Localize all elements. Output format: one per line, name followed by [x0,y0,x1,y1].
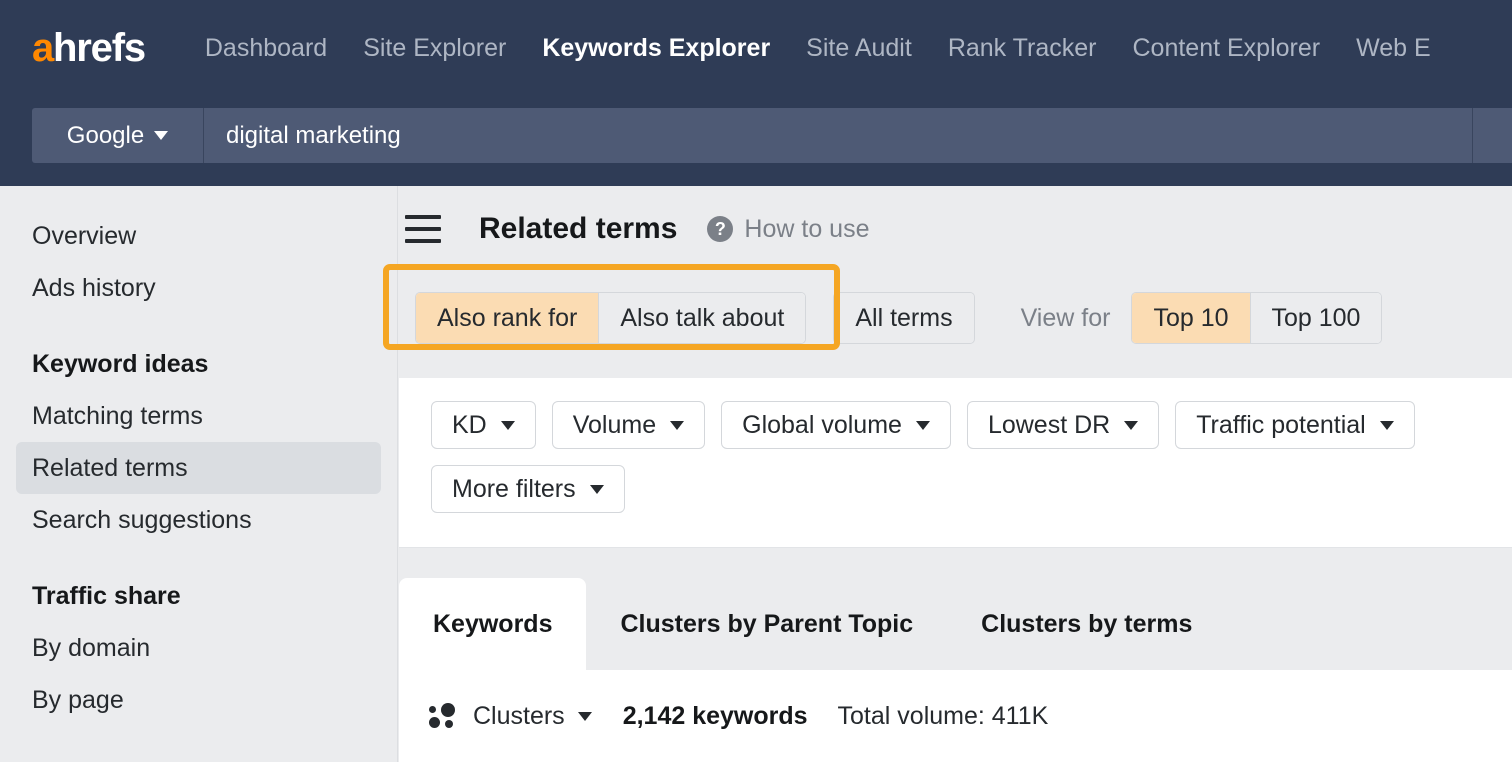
filter-kd-label: KD [452,411,487,440]
search-engine-select[interactable]: Google [32,108,204,163]
filter-lowest-dr-button[interactable]: Lowest DR [967,401,1159,449]
chevron-down-icon [154,131,168,140]
nav-item-web-explorer[interactable]: Web E [1338,36,1449,61]
keyword-input[interactable] [204,108,1472,163]
chevron-down-icon [501,421,515,430]
tab-top-10[interactable]: Top 10 [1132,293,1250,343]
view-for-toggle-group: Top 10 Top 100 [1131,292,1382,344]
filters-row-secondary: More filters [399,449,1512,513]
view-toggles-row: Also rank for Also talk about All terms … [399,272,1512,364]
tab-clusters-by-terms[interactable]: Clusters by terms [947,578,1226,670]
sidebar-top-spacer [0,186,397,210]
filter-kd-button[interactable]: KD [431,401,536,449]
results-meta-row: Clusters 2,142 keywords Total volume: 41… [399,670,1512,762]
nav-item-site-audit[interactable]: Site Audit [788,36,930,61]
logo-a-mark: a [32,28,53,68]
sidebar-item-overview[interactable]: Overview [32,210,365,262]
tab-clusters-by-parent-topic[interactable]: Clusters by Parent Topic [586,578,947,670]
sidebar-spacer-1 [0,314,397,338]
sidebar-item-ads-history[interactable]: Ads history [32,262,365,314]
sidebar: Overview Ads history Keyword ideas Match… [0,186,398,762]
nav-item-dashboard[interactable]: Dashboard [187,36,345,61]
sidebar-item-by-page[interactable]: By page [32,674,365,726]
keyword-search-bar: Google [32,108,1512,163]
filter-traffic-potential-label: Traffic potential [1196,411,1366,440]
filter-lowest-dr-label: Lowest DR [988,411,1110,440]
ahrefs-logo[interactable]: ahrefs [32,28,145,68]
keyword-count: 2,142 keywords [623,702,808,731]
chevron-down-icon [578,712,592,721]
all-terms-toggle-group: All terms [833,292,974,344]
how-to-use-link[interactable]: ? How to use [707,215,869,244]
search-engine-label: Google [67,122,144,150]
more-filters-label: More filters [452,475,576,504]
logo-wordmark: hrefs [53,28,145,68]
cluster-dot [429,717,440,728]
sidebar-spacer-2 [0,546,397,570]
total-volume: Total volume: 411K [838,702,1049,731]
sidebar-item-matching-terms[interactable]: Matching terms [32,390,365,442]
cluster-dot [445,720,453,728]
filter-volume-label: Volume [573,411,656,440]
nav-item-site-explorer[interactable]: Site Explorer [345,36,524,61]
results-tabs: Keywords Clusters by Parent Topic Cluste… [399,578,1512,670]
search-bar-row: Google [0,96,1512,186]
sidebar-item-by-domain[interactable]: By domain [32,622,365,674]
sidebar-item-related-terms[interactable]: Related terms [16,442,381,494]
tab-keywords[interactable]: Keywords [399,578,586,670]
tab-also-rank-for[interactable]: Also rank for [416,293,599,343]
filters-panel: KD Volume Global volume Lowest DR Traffi… [399,378,1512,548]
clusters-dots-icon [429,703,455,729]
chevron-down-icon [670,421,684,430]
clusters-dropdown[interactable]: Clusters [473,702,592,731]
top-navigation-bar: ahrefs Dashboard Site Explorer Keywords … [0,0,1512,96]
country-selector[interactable] [1472,108,1512,163]
main-content: Related terms ? How to use Also rank for… [399,186,1512,762]
hamburger-line [405,227,441,231]
hamburger-line [405,239,441,243]
chevron-down-icon [916,421,930,430]
question-mark-icon: ? [707,216,733,242]
tab-all-terms[interactable]: All terms [834,293,973,343]
page-title: Related terms [479,212,677,246]
filter-traffic-potential-button[interactable]: Traffic potential [1175,401,1415,449]
how-to-use-label: How to use [744,215,869,244]
results-toolbar: Clusters 2,142 keywords Total volume: 41… [399,670,1512,762]
nav-item-keywords-explorer[interactable]: Keywords Explorer [524,36,788,61]
term-mode-toggle-group: Also rank for Also talk about [415,292,806,344]
hamburger-line [405,215,441,219]
more-filters-button[interactable]: More filters [431,465,625,513]
cluster-dot [429,706,436,713]
page-header: Related terms ? How to use [399,186,1512,272]
cluster-dot [441,703,455,717]
sidebar-heading-traffic-share: Traffic share [32,570,365,622]
sidebar-item-search-suggestions[interactable]: Search suggestions [32,494,365,546]
view-for-label: View for [1021,304,1111,333]
chevron-down-icon [590,485,604,494]
chevron-down-icon [1380,421,1394,430]
chevron-down-icon [1124,421,1138,430]
results-tabs-panel: Keywords Clusters by Parent Topic Cluste… [399,578,1512,762]
tab-also-talk-about[interactable]: Also talk about [599,293,805,343]
main-nav-items: Dashboard Site Explorer Keywords Explore… [187,36,1449,61]
hamburger-menu-icon[interactable] [405,215,441,243]
page-body: Overview Ads history Keyword ideas Match… [0,186,1512,762]
filter-global-volume-button[interactable]: Global volume [721,401,951,449]
filter-volume-button[interactable]: Volume [552,401,705,449]
nav-item-content-explorer[interactable]: Content Explorer [1114,36,1338,61]
tab-top-100[interactable]: Top 100 [1251,293,1382,343]
sidebar-heading-keyword-ideas: Keyword ideas [32,338,365,390]
filters-row-primary: KD Volume Global volume Lowest DR Traffi… [399,378,1512,449]
clusters-dropdown-label: Clusters [473,702,565,731]
filter-global-volume-label: Global volume [742,411,902,440]
nav-item-rank-tracker[interactable]: Rank Tracker [930,36,1115,61]
